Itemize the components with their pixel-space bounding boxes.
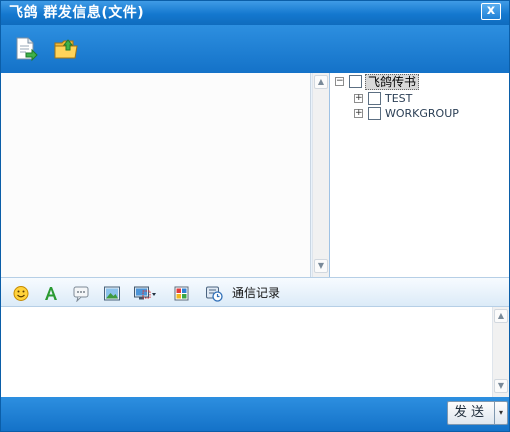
collapse-icon[interactable]: − <box>335 77 344 86</box>
font-icon[interactable] <box>42 285 60 302</box>
scroll-down-arrow[interactable]: ▼ <box>314 259 328 273</box>
image-icon[interactable] <box>103 285 121 302</box>
tree-root[interactable]: − 飞鸽传书 <box>335 74 505 90</box>
message-history-area[interactable]: ▲ ▼ <box>1 73 329 277</box>
expand-icon[interactable]: + <box>354 109 363 118</box>
history-icon[interactable] <box>205 285 223 302</box>
checkbox-workgroup[interactable] <box>368 107 381 120</box>
shake-icon[interactable] <box>72 285 90 303</box>
expand-icon[interactable]: + <box>354 94 363 103</box>
close-button[interactable]: x <box>481 3 501 20</box>
bottom-bar: 发送 ▾ <box>1 397 509 431</box>
toolbar <box>1 25 509 73</box>
format-toolbar: 通信记录 <box>1 277 509 307</box>
tree-root-label[interactable]: 飞鸽传书 <box>365 74 420 90</box>
send-button[interactable]: 发送 <box>447 401 495 425</box>
emoji-icon[interactable] <box>12 285 30 302</box>
tree-item-workgroup[interactable]: + WORKGROUP <box>354 106 504 122</box>
contact-tree: − 飞鸽传书 + TEST + WORKGROUP <box>329 73 509 277</box>
tree-item-label[interactable]: WORKGROUP <box>385 106 459 122</box>
screenshot-icon[interactable] <box>133 285 157 302</box>
input-scrollbar[interactable]: ▲ ▼ <box>492 307 509 397</box>
checkbox-root[interactable] <box>349 75 362 88</box>
app-window: 飞鸽 群发信息(文件) x ▲ ▼ − 飞鸽传书 + TEST + WORKGR… <box>0 0 510 432</box>
scroll-up-arrow[interactable]: ▲ <box>314 75 328 89</box>
send-options-dropdown[interactable]: ▾ <box>494 401 508 425</box>
tree-item-label[interactable]: TEST <box>385 91 412 107</box>
send-folder-icon[interactable] <box>53 36 79 62</box>
checkbox-test[interactable] <box>368 92 381 105</box>
send-file-icon[interactable] <box>13 36 39 62</box>
message-input[interactable]: ▲ ▼ <box>1 307 509 397</box>
title-bar[interactable]: 飞鸽 群发信息(文件) x <box>1 1 509 25</box>
history-label[interactable]: 通信记录 <box>232 285 280 301</box>
color-icon[interactable] <box>173 285 191 302</box>
window-title: 飞鸽 群发信息(文件) <box>9 5 145 21</box>
tree-item-test[interactable]: + TEST <box>354 91 504 107</box>
input-scroll-up[interactable]: ▲ <box>494 309 508 323</box>
history-scrollbar[interactable]: ▲ ▼ <box>312 73 329 277</box>
input-scroll-down[interactable]: ▼ <box>494 379 508 393</box>
